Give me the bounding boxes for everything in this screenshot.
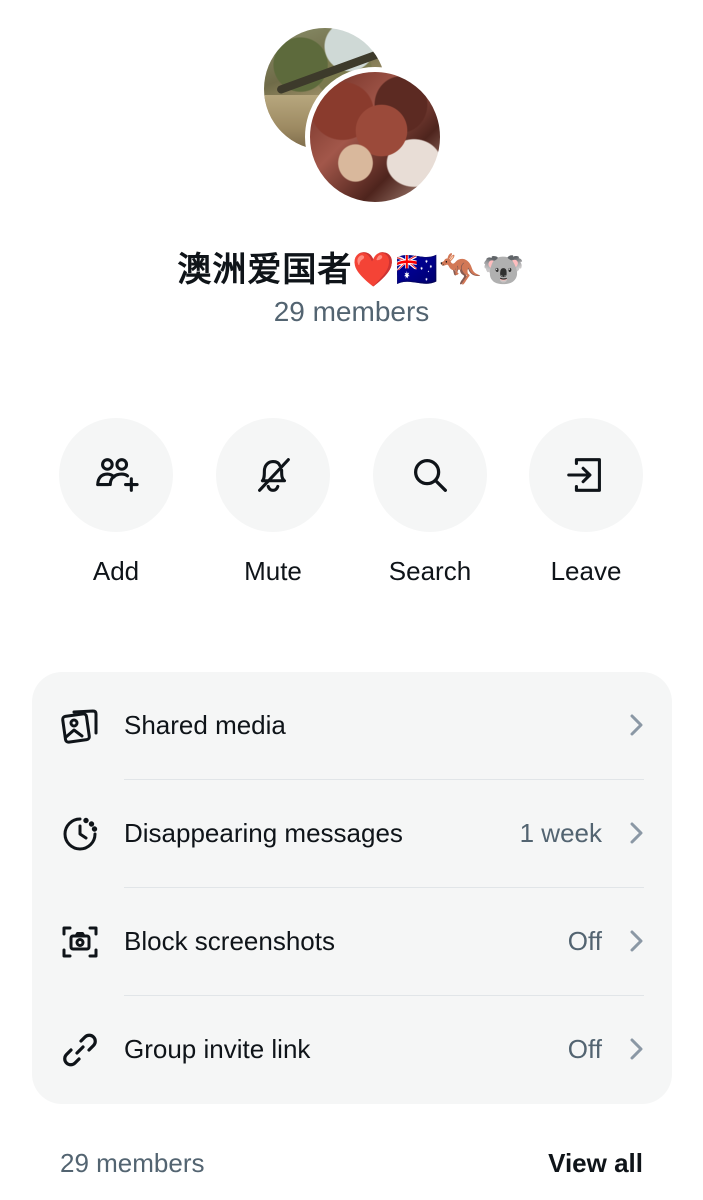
member-avatar-front bbox=[305, 67, 445, 207]
search-button-circle[interactable] bbox=[373, 418, 487, 532]
chevron-right-icon bbox=[630, 822, 643, 844]
disappearing-messages-value: 1 week bbox=[519, 818, 602, 848]
group-invite-link-label: Group invite link bbox=[124, 1034, 311, 1064]
shared-media-label: Shared media bbox=[124, 710, 286, 740]
chevron-right-icon bbox=[630, 714, 643, 736]
leave-icon bbox=[567, 458, 601, 492]
search-button[interactable]: Search bbox=[350, 418, 510, 587]
link-icon bbox=[63, 1033, 97, 1067]
add-users-icon bbox=[96, 458, 139, 492]
mute-label: Mute bbox=[244, 556, 302, 586]
screenshot-icon bbox=[62, 926, 98, 958]
leave-button-circle[interactable] bbox=[529, 418, 643, 532]
settings-row-block-screenshots[interactable]: Block screenshots Off bbox=[32, 888, 672, 996]
mute-button[interactable]: Mute bbox=[193, 418, 353, 587]
add-button-circle[interactable] bbox=[59, 418, 173, 532]
members-section-count: 29 members bbox=[60, 1148, 205, 1178]
disappearing-messages-label: Disappearing messages bbox=[124, 818, 403, 848]
mute-button-circle[interactable] bbox=[216, 418, 330, 532]
timer-icon bbox=[63, 817, 98, 851]
chevron-right-icon bbox=[630, 930, 643, 952]
group-invite-link-value: Off bbox=[567, 1034, 602, 1064]
settings-card: Shared media Disappearing messages 1 wee… bbox=[32, 672, 672, 1104]
group-member-count: 29 members bbox=[273, 296, 430, 327]
group-avatar[interactable] bbox=[0, 0, 703, 220]
add-button[interactable]: Add bbox=[36, 418, 196, 587]
settings-row-group-invite-link[interactable]: Group invite link Off bbox=[32, 996, 672, 1104]
view-all-link[interactable]: View all bbox=[548, 1148, 643, 1179]
bell-off-icon bbox=[258, 458, 290, 492]
settings-row-shared-media[interactable]: Shared media bbox=[32, 672, 672, 780]
chevron-right-icon bbox=[630, 1038, 643, 1060]
settings-row-disappearing-messages[interactable]: Disappearing messages 1 week bbox=[32, 780, 672, 888]
block-screenshots-label: Block screenshots bbox=[124, 926, 335, 956]
leave-button[interactable]: Leave bbox=[506, 418, 666, 587]
search-icon bbox=[413, 458, 447, 492]
group-title: 澳洲爱国者❤️🇦🇺🦘🐨 bbox=[177, 250, 526, 290]
media-icon bbox=[61, 709, 98, 744]
leave-label: Leave bbox=[550, 556, 622, 586]
block-screenshots-value: Off bbox=[567, 926, 602, 956]
search-label: Search bbox=[388, 556, 472, 586]
action-bar: Add Mute Search Leave bbox=[0, 418, 703, 598]
add-label: Add bbox=[92, 556, 140, 586]
